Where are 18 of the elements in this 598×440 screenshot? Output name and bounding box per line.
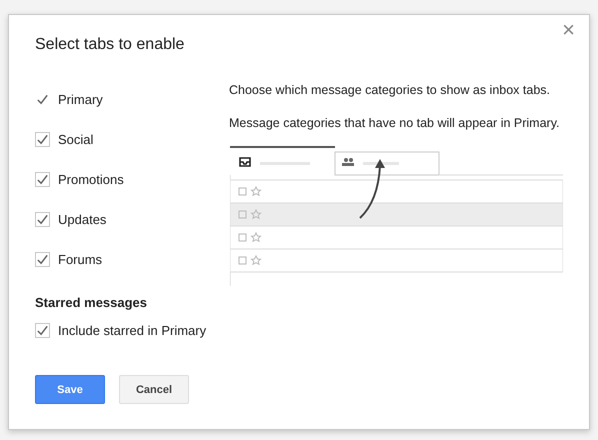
checkbox[interactable] bbox=[35, 212, 50, 226]
dialog-title: Select tabs to enable bbox=[35, 36, 186, 54]
checkbox[interactable] bbox=[35, 252, 50, 266]
save-button[interactable]: Save bbox=[35, 375, 105, 404]
section-heading: Starred messages bbox=[35, 295, 148, 310]
checkbox[interactable] bbox=[35, 322, 50, 338]
description-text: Message categories that have no tab will appear in Primary. bbox=[229, 115, 560, 131]
category-label: Social bbox=[58, 132, 94, 146]
close-button[interactable]: × bbox=[558, 17, 579, 43]
category-label: Primary bbox=[58, 92, 103, 106]
category-label: Updates bbox=[58, 212, 106, 226]
description-text: Choose which message categories to show as inbox tabs. bbox=[229, 82, 552, 98]
checkbox[interactable] bbox=[35, 132, 50, 146]
option-label: Include starred in Primary bbox=[58, 322, 206, 338]
category-label: Promotions bbox=[58, 172, 124, 186]
cancel-button[interactable]: Cancel bbox=[119, 375, 189, 404]
checkbox[interactable] bbox=[35, 172, 50, 186]
category-label: Forums bbox=[58, 252, 102, 266]
